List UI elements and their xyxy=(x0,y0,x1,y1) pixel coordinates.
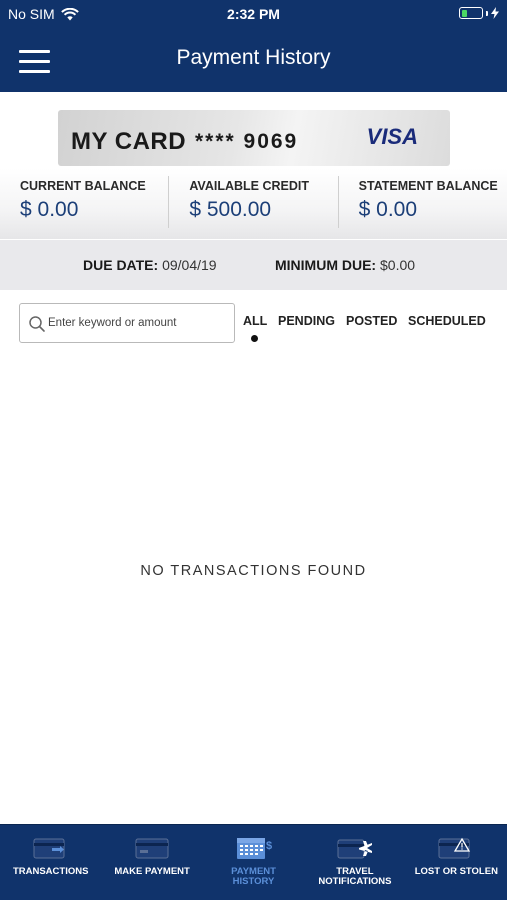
status-time: 2:32 PM xyxy=(227,6,280,22)
minimum-due-label: MINIMUM DUE: xyxy=(275,257,377,273)
card-brand-logo: VISA xyxy=(366,124,418,149)
svg-text:$: $ xyxy=(266,840,272,852)
tab-transactions[interactable]: TRANSACTIONS xyxy=(0,825,101,900)
tab-travel-notifications-label: TRAVEL NOTIFICATIONS xyxy=(318,866,392,887)
filter-pending[interactable]: PENDING xyxy=(278,314,335,328)
available-credit-value: $ 500.00 xyxy=(189,198,272,221)
card-payment-icon xyxy=(135,838,169,859)
selected-filter-indicator xyxy=(251,335,258,342)
current-balance-label: CURRENT BALANCE xyxy=(20,179,146,193)
due-date: DUE DATE: 09/04/19 xyxy=(83,257,217,273)
due-bar: DUE DATE: 09/04/19 MINIMUM DUE: $0.00 xyxy=(0,240,507,290)
app-header: No SIM 2:32 PM Payment History xyxy=(0,0,507,92)
available-credit-label: AVAILABLE CREDIT xyxy=(189,179,309,193)
tab-lost-or-stolen[interactable]: LOST OR STOLEN xyxy=(406,825,507,900)
charging-bolt-icon xyxy=(491,7,499,19)
filter-posted[interactable]: POSTED xyxy=(346,314,397,328)
statement-balance-value: $ 0.00 xyxy=(358,198,418,221)
minimum-due: MINIMUM DUE: $0.00 xyxy=(275,257,415,273)
tab-make-payment[interactable]: MAKE PAYMENT xyxy=(101,825,202,900)
battery-icon xyxy=(459,7,499,19)
tab-travel-notifications[interactable]: TRAVEL NOTIFICATIONS xyxy=(304,825,405,900)
tab-lost-or-stolen-label: LOST OR STOLEN xyxy=(414,866,498,877)
empty-state-message: NO TRANSACTIONS FOUND xyxy=(140,563,367,579)
card-name: MY CARD xyxy=(71,128,187,155)
page-title: Payment History xyxy=(176,46,331,69)
tab-payment-history-label: PAYMENT HISTORY xyxy=(231,866,276,887)
statement-balance: STATEMENT BALANCE $ 0.00 xyxy=(337,176,507,228)
card-masked-number: **** 9069 xyxy=(195,130,299,153)
calendar-dollar-icon: $ xyxy=(236,838,272,859)
card-transactions-icon xyxy=(33,838,65,859)
tab-payment-history[interactable]: $ PAYMENT HISTORY xyxy=(203,825,304,900)
filter-all[interactable]: ALL xyxy=(243,314,267,328)
available-credit: AVAILABLE CREDIT $ 500.00 xyxy=(168,176,337,228)
card-plane-icon xyxy=(337,839,372,859)
current-balance-value: $ 0.00 xyxy=(20,198,79,221)
statement-balance-label: STATEMENT BALANCE xyxy=(358,179,498,193)
due-date-label: DUE DATE: xyxy=(83,257,159,273)
minimum-due-value: $0.00 xyxy=(380,257,416,273)
balances-panel: CURRENT BALANCE $ 0.00 AVAILABLE CREDIT … xyxy=(0,168,507,239)
filter-tabs: ALL PENDING POSTED SCHEDULED xyxy=(0,314,507,344)
filter-scheduled[interactable]: SCHEDULED xyxy=(408,314,486,328)
tab-transactions-label: TRANSACTIONS xyxy=(12,866,89,877)
card-warning-icon xyxy=(438,837,471,859)
status-bar: No SIM 2:32 PM xyxy=(0,0,507,28)
credit-card-image: MY CARD **** 9069 VISA xyxy=(58,110,450,166)
due-date-value: 09/04/19 xyxy=(162,257,217,273)
tab-make-payment-label: MAKE PAYMENT xyxy=(114,866,190,877)
bottom-tab-bar: TRANSACTIONS MAKE PAYMENT $ PAYMENT HIST… xyxy=(0,824,507,900)
current-balance: CURRENT BALANCE $ 0.00 xyxy=(0,168,168,239)
